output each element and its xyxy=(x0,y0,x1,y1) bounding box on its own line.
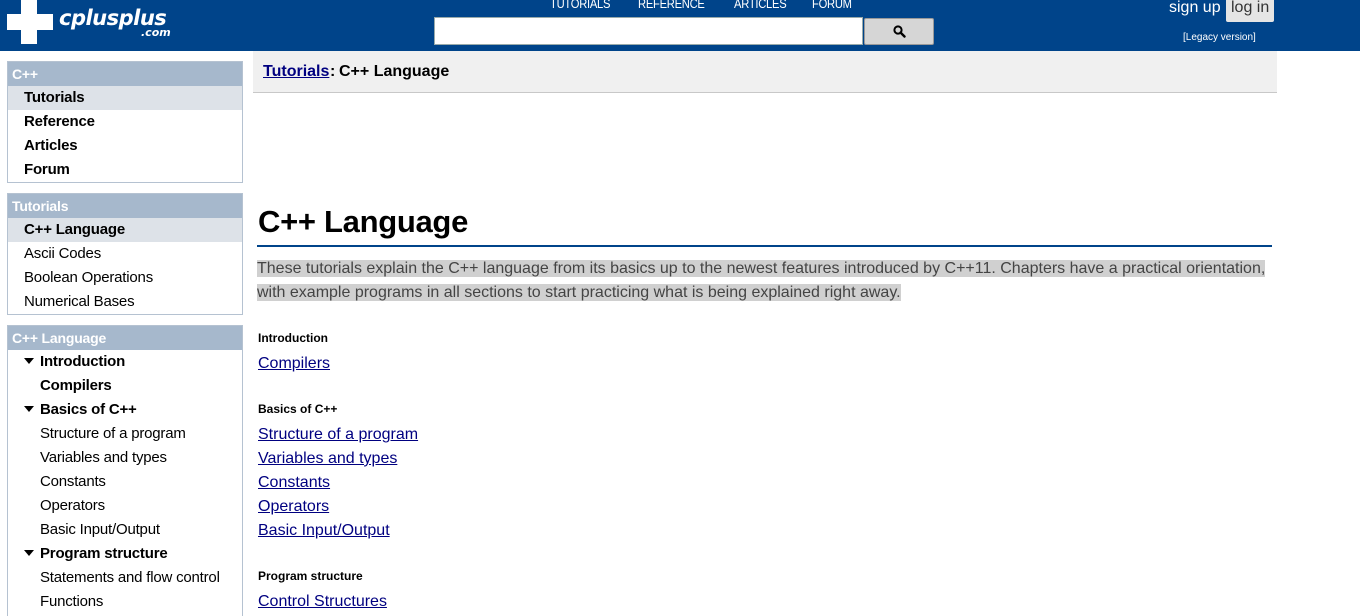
chapter-link-structure-of-a-program[interactable]: Structure of a program xyxy=(258,426,418,444)
expanded-triangle-icon[interactable] xyxy=(24,550,34,557)
sidebar-item-constants[interactable]: Constants xyxy=(8,470,242,494)
intro-line: These tutorials explain the C++ language… xyxy=(257,260,1266,277)
chapter-link-compilers[interactable]: Compilers xyxy=(258,355,330,373)
sidebar-item-reference[interactable]: Reference xyxy=(8,110,242,134)
sidebar-item-ascii-codes[interactable]: Ascii Codes xyxy=(8,242,242,266)
intro-paragraph: These tutorials explain the C++ language… xyxy=(257,257,1267,305)
breadcrumb: Tutorials : C++ Language xyxy=(253,51,1277,93)
nav-tutorials[interactable]: TUTORIALS xyxy=(550,0,610,11)
sidebar-box-title[interactable]: Tutorials xyxy=(8,194,242,218)
section-heading-program-structure: Program structure xyxy=(258,569,363,583)
sidebar-item-label: Basics of C++ xyxy=(40,401,137,418)
site-logo[interactable]: cplusplus .com xyxy=(7,0,187,44)
section-heading-introduction: Introduction xyxy=(258,331,328,345)
page-title: C++ Language xyxy=(258,204,469,239)
search-icon xyxy=(892,25,906,38)
breadcrumb-separator: : xyxy=(330,63,336,80)
sidebar-item-cpp-language[interactable]: C++ Language xyxy=(8,218,242,242)
sidebar-item-operators[interactable]: Operators xyxy=(8,494,242,518)
sign-up-link[interactable]: sign up xyxy=(1169,0,1221,17)
sidebar-box-title[interactable]: C++ xyxy=(8,62,242,86)
sidebar-item-functions[interactable]: Functions xyxy=(8,590,242,614)
nav-articles[interactable]: ARTICLES xyxy=(734,0,787,11)
log-in-button[interactable]: log in xyxy=(1226,0,1275,22)
title-divider xyxy=(257,245,1272,247)
sidebar-item-forum[interactable]: Forum xyxy=(8,158,242,182)
breadcrumb-link-tutorials[interactable]: Tutorials xyxy=(263,63,329,81)
sidebar-item-structure-of-a-program[interactable]: Structure of a program xyxy=(8,422,242,446)
legacy-version-link[interactable]: [Legacy version] xyxy=(1183,32,1256,43)
sidebar-item-variables-and-types[interactable]: Variables and types xyxy=(8,446,242,470)
nav-forum[interactable]: FORUM xyxy=(812,0,852,11)
chapter-link-constants[interactable]: Constants xyxy=(258,474,330,492)
nav-reference[interactable]: REFERENCE xyxy=(638,0,705,11)
sidebar-box-cpp-language: C++ Language Introduction Compilers Basi… xyxy=(7,325,243,616)
sidebar-item-program-structure[interactable]: Program structure xyxy=(8,542,242,566)
sidebar-item-basics-of-cpp[interactable]: Basics of C++ xyxy=(8,398,242,422)
sidebar-item-statements-and-flow-control[interactable]: Statements and flow control xyxy=(8,566,242,590)
chapter-link-control-structures[interactable]: Control Structures xyxy=(258,593,387,611)
logo-suffix: .com xyxy=(141,26,171,39)
section-heading-basics-of-cpp: Basics of C++ xyxy=(258,402,338,416)
sidebar-item-label: Introduction xyxy=(40,353,126,370)
sidebar-item-label: Program structure xyxy=(40,545,168,562)
sidebar-item-compilers[interactable]: Compilers xyxy=(8,374,242,398)
sidebar-item-basic-input-output[interactable]: Basic Input/Output xyxy=(8,518,242,542)
breadcrumb-current: C++ Language xyxy=(339,63,450,80)
chapter-link-variables-and-types[interactable]: Variables and types xyxy=(258,450,397,468)
expanded-triangle-icon[interactable] xyxy=(24,406,34,413)
intro-line: with example programs in all sections to… xyxy=(257,284,901,301)
sidebar-item-articles[interactable]: Articles xyxy=(8,134,242,158)
sidebar-box-tutorials: Tutorials C++ Language Ascii Codes Boole… xyxy=(7,193,243,315)
top-bar: cplusplus .com TUTORIALS REFERENCE ARTIC… xyxy=(0,0,1360,51)
logo-mark-icon xyxy=(7,0,53,44)
sidebar-item-tutorials[interactable]: Tutorials xyxy=(8,86,242,110)
chapter-link-operators[interactable]: Operators xyxy=(258,498,329,516)
search-button[interactable] xyxy=(864,18,934,45)
top-nav: TUTORIALS REFERENCE ARTICLES FORUM xyxy=(550,0,859,11)
sidebar-box-cpp: C++ Tutorials Reference Articles Forum xyxy=(7,61,243,183)
chapter-link-basic-input-output[interactable]: Basic Input/Output xyxy=(258,522,390,540)
expanded-triangle-icon[interactable] xyxy=(24,358,34,365)
sidebar-item-introduction[interactable]: Introduction xyxy=(8,350,242,374)
sidebar-item-numerical-bases[interactable]: Numerical Bases xyxy=(8,290,242,314)
sidebar-box-title[interactable]: C++ Language xyxy=(8,326,242,350)
search-input[interactable] xyxy=(434,17,863,45)
sidebar-item-boolean-operations[interactable]: Boolean Operations xyxy=(8,266,242,290)
